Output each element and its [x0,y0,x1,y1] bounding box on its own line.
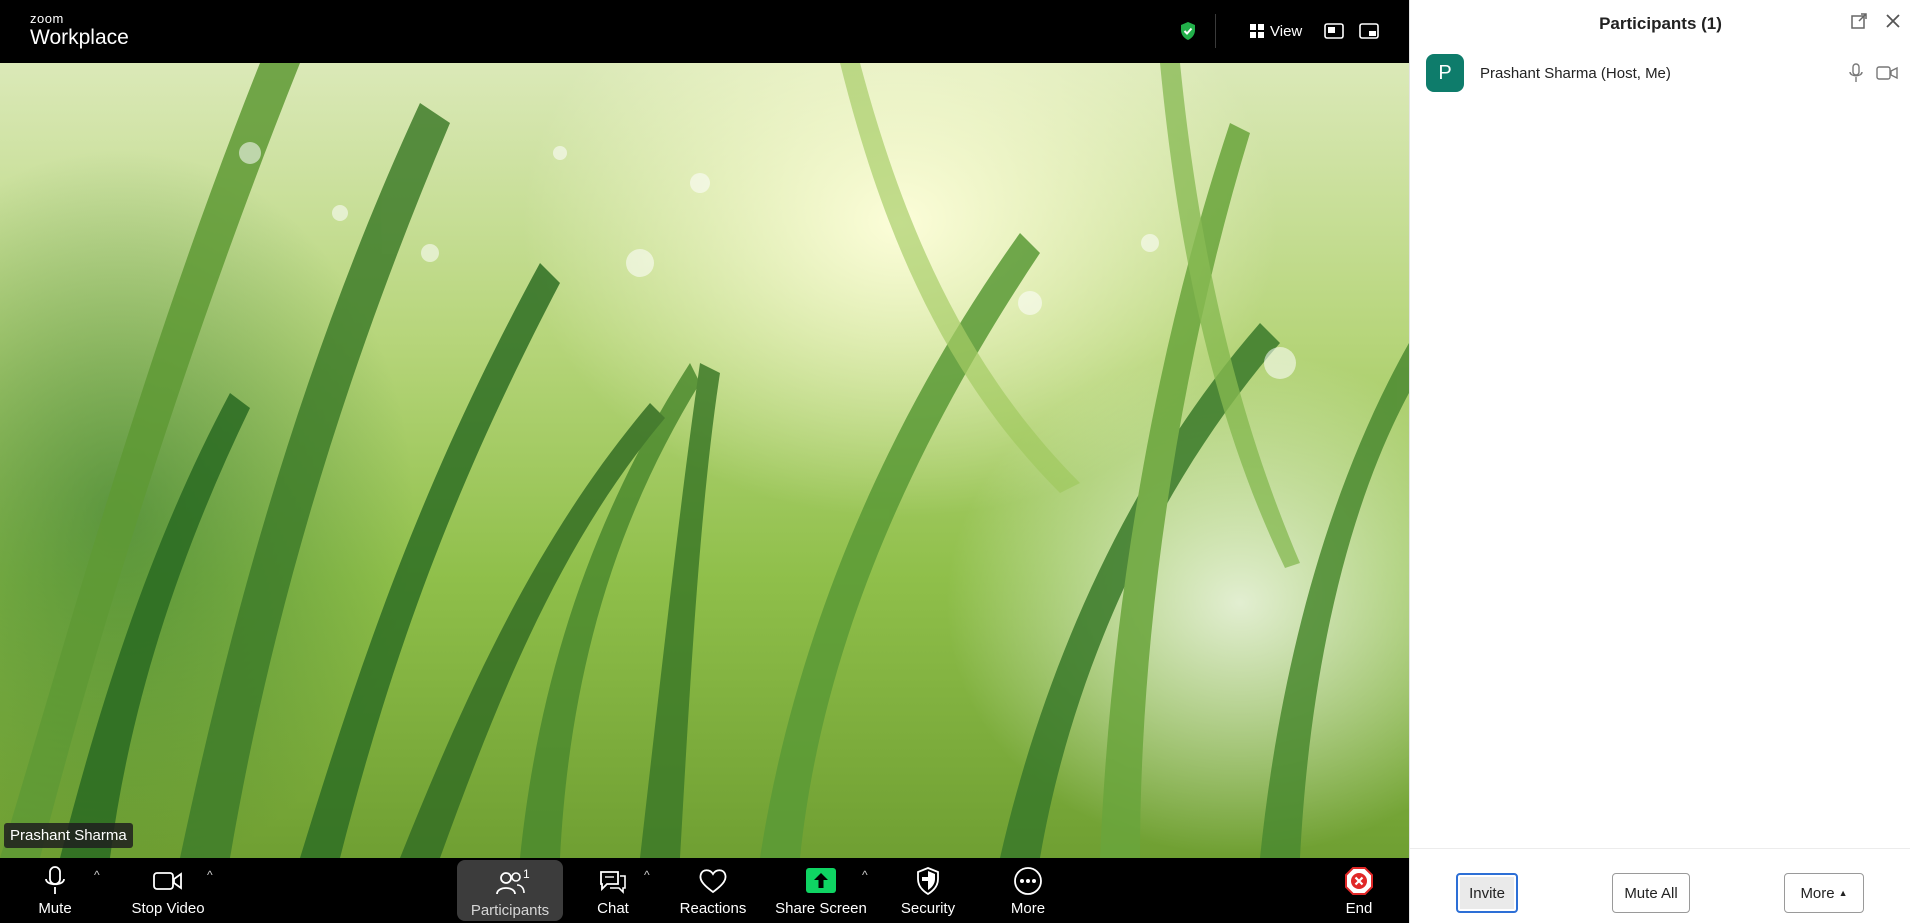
video-camera-icon [153,872,182,890]
reactions-button[interactable]: Reactions [680,858,746,923]
pop-out-icon[interactable] [1850,12,1868,30]
participants-button[interactable]: 1 Participants [457,860,563,921]
picture-in-picture-icon[interactable] [1323,20,1345,42]
video-options-caret-icon[interactable]: ^ [207,868,213,882]
top-bar: zoom Workplace View [0,0,1409,63]
meeting-toolbar: Mute ^ Stop Video ^ 1 Participants Chat … [0,858,1409,923]
mute-button[interactable]: Mute [35,858,75,923]
participant-row[interactable]: P Prashant Sharma (Host, Me) [1410,54,1910,94]
top-divider [1215,14,1216,48]
more-dots-icon [1014,867,1042,895]
share-options-caret-icon[interactable]: ^ [862,868,868,882]
view-label: View [1270,22,1303,40]
participants-panel: Participants (1) P Prashant Sharma (Host… [1409,0,1910,923]
grid-icon [1250,24,1264,38]
fullscreen-icon[interactable] [1358,20,1380,42]
participant-count-badge: 1 [523,867,530,881]
panel-title: Participants (1) [1599,14,1722,33]
logo-workplace-text: Workplace [30,26,129,49]
participant-mic-icon[interactable] [1846,63,1866,83]
grass-background-image [0,63,1409,858]
logo-zoom-text: zoom [30,11,64,26]
chat-options-caret-icon[interactable]: ^ [644,868,650,882]
more-label: More [1010,900,1046,917]
end-label: End [1345,900,1373,917]
chat-button[interactable]: Chat [590,858,636,923]
stop-video-label: Stop Video [131,900,205,917]
share-screen-label: Share Screen [775,900,867,917]
participant-camera-icon[interactable] [1876,64,1898,82]
security-label: Security [900,900,956,917]
chat-label: Chat [597,900,629,917]
close-icon[interactable] [1884,12,1902,30]
avatar: P [1426,54,1464,92]
video-feed: Prashant Sharma [0,63,1409,858]
participants-label: Participants [470,902,550,919]
reactions-label: Reactions [679,900,747,917]
zoom-logo: zoom Workplace [30,12,129,50]
chat-icon [600,871,626,894]
microphone-icon [45,866,65,894]
end-meeting-icon [1345,867,1373,895]
stop-video-button[interactable]: Stop Video [130,858,206,923]
heart-icon [699,869,727,894]
audio-options-caret-icon[interactable]: ^ [94,868,100,882]
panel-more-label: More [1800,884,1835,902]
share-screen-icon [806,868,836,893]
participants-icon [496,872,525,895]
encryption-shield-icon[interactable] [1178,21,1198,41]
end-meeting-button[interactable]: End [1341,858,1377,923]
security-button[interactable]: Security [897,858,959,923]
view-button[interactable]: View [1250,20,1302,42]
mute-all-button[interactable]: Mute All [1612,873,1690,913]
participant-name: Prashant Sharma (Host, Me) [1480,65,1671,82]
security-shield-icon [917,867,939,895]
participant-name-tag: Prashant Sharma [4,823,133,848]
zoom-app: zoom Workplace View Prashant Sharma Mute… [0,0,1910,923]
panel-footer: Invite Mute All More ▲ [1410,848,1910,923]
share-screen-button[interactable]: Share Screen [775,858,867,923]
mute-label: Mute [38,900,72,917]
panel-more-button[interactable]: More ▲ [1784,873,1864,913]
invite-button[interactable]: Invite [1456,873,1518,913]
more-button[interactable]: More [1008,858,1048,923]
caret-up-icon: ▲ [1838,888,1848,898]
meeting-area: zoom Workplace View Prashant Sharma Mute… [0,0,1409,923]
